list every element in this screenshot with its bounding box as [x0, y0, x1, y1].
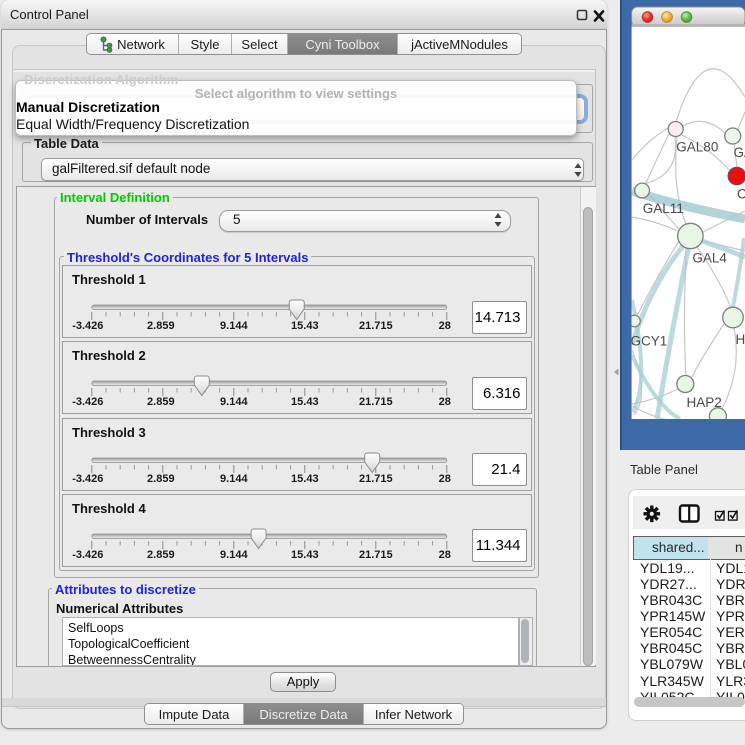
- svg-text:GAL80: GAL80: [676, 140, 718, 155]
- svg-text:GA: GA: [734, 145, 745, 160]
- svg-text:GAL11: GAL11: [643, 201, 684, 216]
- svg-text:H: H: [736, 332, 745, 347]
- svg-text:GCY1: GCY1: [631, 334, 668, 349]
- svg-text:HAP2: HAP2: [687, 395, 722, 410]
- svg-text:GAL4: GAL4: [692, 251, 727, 266]
- svg-text:C: C: [737, 187, 745, 202]
